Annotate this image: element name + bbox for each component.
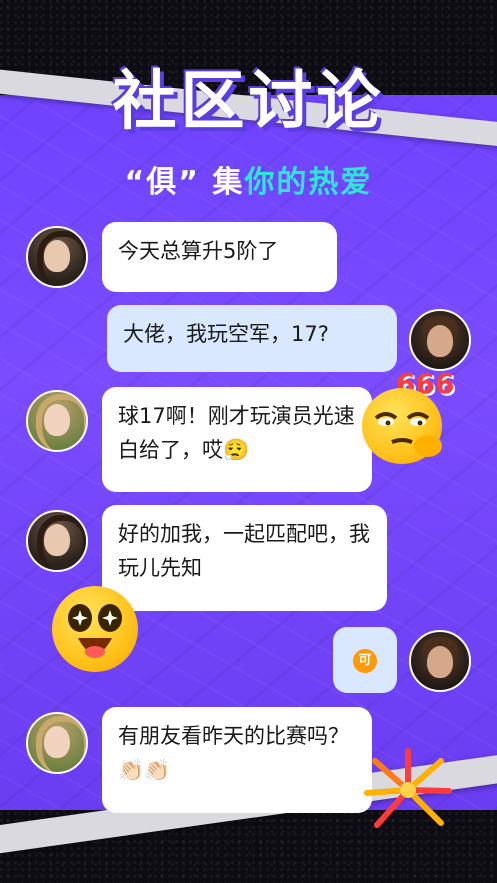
avatar-face: [44, 404, 70, 436]
message-bubble[interactable]: 有朋友看昨天的比赛吗？👏🏻👏🏻: [102, 707, 372, 813]
message-text: 好的加我，一起匹配吧，我玩儿先知: [118, 522, 370, 580]
message-bubble[interactable]: 好的加我，一起匹配吧，我玩儿先知: [102, 505, 387, 611]
avatar-face: [427, 325, 453, 357]
avatar-face: [44, 726, 70, 758]
page-title: 社区讨论: [112, 65, 385, 139]
message-bubble[interactable]: 今天总算升5阶了: [102, 222, 337, 292]
page-subtitle: “俱” 集你的热爱: [0, 157, 497, 201]
message-bubble[interactable]: 大佬，我玩空军，17?: [107, 305, 397, 372]
avatar-face: [44, 524, 70, 556]
avatar[interactable]: [26, 226, 88, 288]
avatar[interactable]: [409, 309, 471, 371]
avatar-face: [44, 240, 70, 272]
message-text: 今天总算升5阶了: [118, 239, 279, 263]
coin-icon: 可: [353, 649, 377, 673]
message-bubble[interactable]: 可: [333, 627, 397, 693]
avatar[interactable]: [26, 510, 88, 572]
firework-icon: [363, 745, 453, 835]
smirk-emoji-icon: [362, 388, 442, 464]
subtitle-part2: 你的热爱: [244, 165, 373, 200]
message-text: 大佬，我玩空军，17?: [123, 322, 329, 346]
message-text: 有朋友看昨天的比赛吗？👏🏻👏🏻: [118, 724, 349, 782]
avatar[interactable]: [26, 390, 88, 452]
message-bubble[interactable]: 球17啊！刚才玩演员光速白给了，哎😮‍💨: [102, 387, 372, 492]
avatar[interactable]: [26, 712, 88, 774]
avatar-face: [427, 646, 453, 678]
message-text: 球17啊！刚才玩演员光速白给了，哎😮‍💨: [118, 404, 355, 462]
subtitle-part1: “俱” 集: [124, 165, 245, 200]
starstruck-emoji-icon: [52, 586, 138, 672]
avatar[interactable]: [409, 630, 471, 692]
